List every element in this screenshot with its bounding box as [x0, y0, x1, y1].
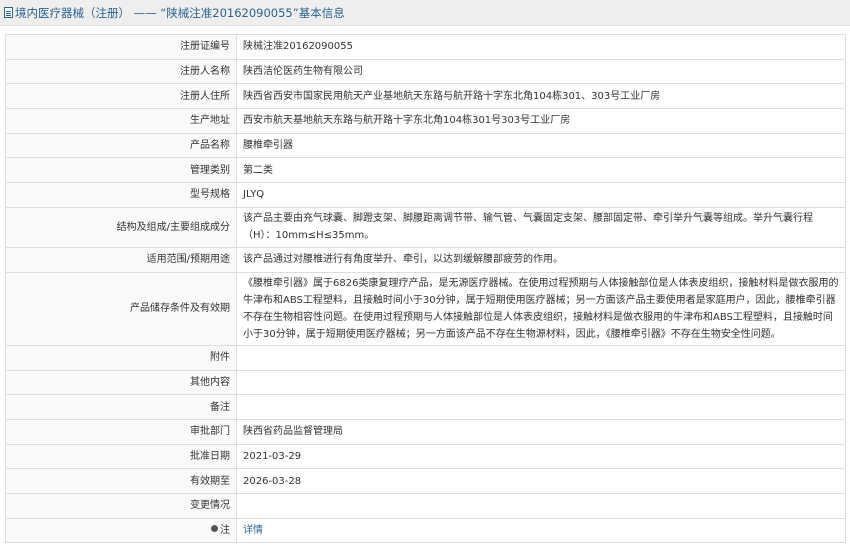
- row-value: 2021-03-29: [236, 443, 846, 470]
- table-row: 其他内容: [5, 369, 846, 396]
- row-label: 变更情况: [5, 492, 237, 519]
- table-row: 结构及组成/主要组成成分 该产品主要由充气球囊、脚蹬支架、脚腰距离调节带、输气管…: [5, 206, 846, 248]
- table-row: 产品储存条件及有效期 《腰椎牵引器》属于6826类康复理疗产品，是无源医疗器械。…: [5, 271, 846, 346]
- row-label: 注册证编号: [5, 34, 237, 60]
- row-label: 结构及组成/主要组成成分: [5, 206, 237, 248]
- table-row: 审批部门 陕西省药品监督管理局: [5, 418, 846, 445]
- note-value: 详情: [236, 517, 846, 544]
- table-row: 备注: [5, 394, 846, 420]
- details-link[interactable]: 详情: [243, 525, 263, 536]
- row-value: 《腰椎牵引器》属于6826类康复理疗产品，是无源医疗器械。在使用过程预期与人体接…: [236, 271, 846, 346]
- row-value: 陕西省药品监督管理局: [236, 418, 846, 445]
- row-label: 注册人名称: [5, 58, 237, 85]
- table-row: 注册人名称 陕西洁伦医药生物有限公司: [5, 58, 846, 85]
- page-title-bar: 境内医疗器械（注册） —— “陕械注准20162090055”基本信息: [0, 0, 850, 26]
- row-value: 西安市航天基地航天东路与航开路十字东北角104栋301号303号工业厂房: [236, 108, 846, 134]
- row-value: 2026-03-28: [236, 468, 846, 494]
- table-row: 附件: [5, 344, 846, 371]
- table-row: 注 详情: [5, 517, 846, 544]
- note-label-text: 注: [220, 524, 230, 536]
- row-label: 注册人住所: [5, 83, 237, 110]
- row-value: 陕械注准20162090055: [236, 34, 846, 60]
- row-label: 型号规格: [5, 182, 237, 208]
- table-row: 注册人住所 陕西省西安市国家民用航天产业基地航天东路与航开路十字东北角104栋3…: [5, 83, 846, 110]
- row-value-text: 该产品主要由充气球囊、脚蹬支架、脚腰距离调节带、输气管、气囊固定支架、腰部固定带…: [243, 213, 813, 242]
- row-label: 有效期至: [5, 468, 237, 494]
- row-label: 管理类别: [5, 157, 237, 184]
- row-value: 腰椎牵引器: [236, 132, 846, 159]
- row-label: 附件: [5, 344, 237, 371]
- table-row: 注册证编号 陕械注准20162090055: [5, 34, 846, 60]
- table-row: 有效期至 2026-03-28: [5, 468, 846, 494]
- row-value: [236, 344, 846, 371]
- row-value: 该产品通过对腰椎进行有角度举升、牵引，以达到缓解腰部疲劳的作用。: [236, 246, 846, 273]
- note-label: 注: [5, 517, 237, 544]
- table-row: 批准日期 2021-03-29: [5, 443, 846, 470]
- table-row: 管理类别 第二类: [5, 157, 846, 184]
- row-value: 该产品主要由充气球囊、脚蹬支架、脚腰距离调节带、输气管、气囊固定支架、腰部固定带…: [236, 206, 846, 248]
- row-value: 第二类: [236, 157, 846, 184]
- detail-table: 注册证编号 陕械注准20162090055 注册人名称 陕西洁伦医药生物有限公司…: [5, 34, 846, 544]
- row-value: 陕西省西安市国家民用航天产业基地航天东路与航开路十字东北角104栋301、303…: [236, 83, 846, 110]
- row-label: 产品名称: [5, 132, 237, 159]
- row-value-text: 《腰椎牵引器》属于6826类康复理疗产品，是无源医疗器械。在使用过程预期与人体接…: [243, 277, 839, 340]
- table-row: 适用范围/预期用途 该产品通过对腰椎进行有角度举升、牵引，以达到缓解腰部疲劳的作…: [5, 246, 846, 273]
- row-value: [236, 369, 846, 396]
- table-row: 产品名称 腰椎牵引器: [5, 132, 846, 159]
- table-row: 变更情况: [5, 492, 846, 519]
- row-label: 其他内容: [5, 369, 237, 396]
- document-icon: [4, 7, 13, 18]
- row-label: 生产地址: [5, 108, 237, 134]
- page-title: 境内医疗器械（注册） —— “陕械注准20162090055”基本信息: [15, 5, 345, 20]
- row-value: [236, 394, 846, 420]
- row-label: 审批部门: [5, 418, 237, 445]
- row-value: 陕西洁伦医药生物有限公司: [236, 58, 846, 85]
- table-row: 生产地址 西安市航天基地航天东路与航开路十字东北角104栋301号303号工业厂…: [5, 108, 846, 134]
- row-label: 批准日期: [5, 443, 237, 470]
- row-value: JLYQ: [236, 182, 846, 208]
- row-label: 产品储存条件及有效期: [5, 271, 237, 346]
- row-value: [236, 492, 846, 519]
- table-row: 型号规格 JLYQ: [5, 182, 846, 208]
- pin-icon: [211, 525, 218, 533]
- row-label: 备注: [5, 394, 237, 420]
- row-label: 适用范围/预期用途: [5, 246, 237, 273]
